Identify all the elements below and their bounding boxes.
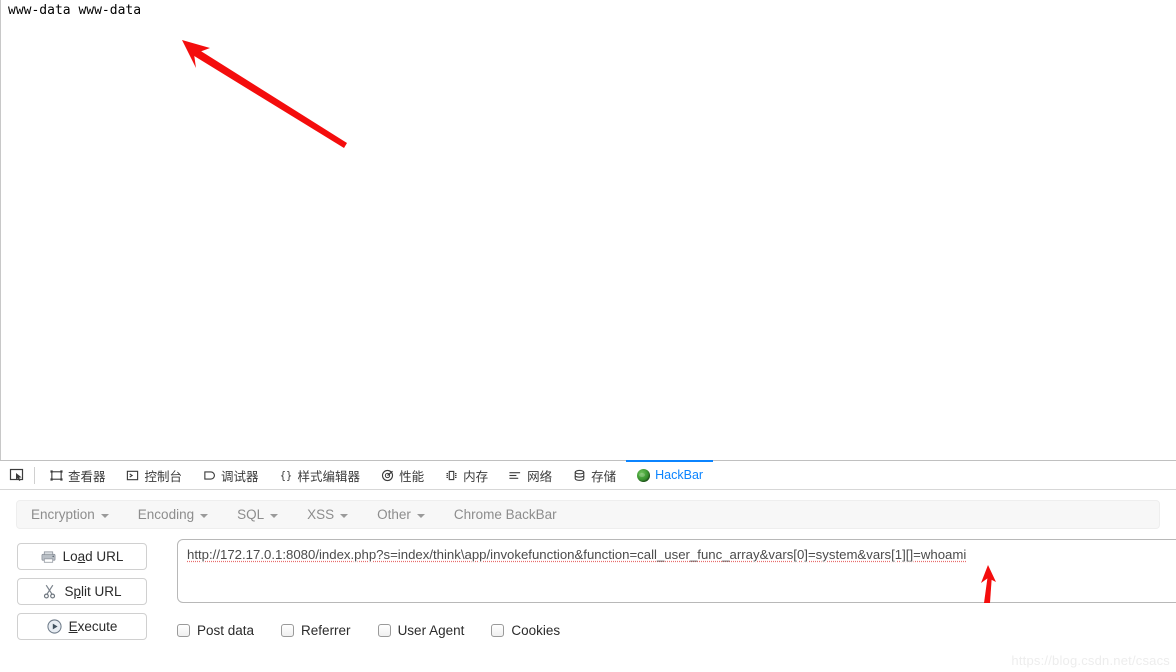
- style-editor-icon: {}: [279, 468, 293, 482]
- tab-label: 样式编辑器: [298, 466, 361, 485]
- load-url-label: Load URL: [63, 549, 124, 564]
- svg-text:{}: {}: [279, 470, 291, 481]
- chevron-down-icon: [200, 514, 208, 518]
- tab-console[interactable]: 控制台: [116, 461, 193, 489]
- tab-label: 网络: [527, 466, 552, 485]
- checkbox-cookies[interactable]: Cookies: [491, 623, 560, 638]
- tab-style-editor[interactable]: {} 样式编辑器: [269, 461, 371, 489]
- tab-inspector[interactable]: 查看器: [39, 461, 116, 489]
- tab-performance[interactable]: 性能: [370, 461, 434, 489]
- load-url-icon: [41, 549, 56, 564]
- checkbox-referrer[interactable]: Referrer: [281, 623, 351, 638]
- console-icon: [126, 468, 140, 482]
- tab-label: HackBar: [655, 468, 703, 482]
- tab-label: 内存: [463, 466, 488, 485]
- menu-chrome-backbar[interactable]: Chrome BackBar: [454, 507, 557, 522]
- hackbar-action-buttons: Load URL Split URL Execute: [17, 543, 147, 648]
- checkbox-user-agent[interactable]: User Agent: [378, 623, 465, 638]
- checkbox-label: Post data: [197, 623, 254, 638]
- menu-label: SQL: [237, 507, 264, 522]
- url-input-value: http://172.17.0.1:8080/index.php?s=index…: [187, 547, 1176, 563]
- tab-memory[interactable]: 内存: [434, 461, 498, 489]
- checkbox-box-icon[interactable]: [491, 624, 504, 637]
- checkbox-label: Referrer: [301, 623, 351, 638]
- tab-debugger[interactable]: 调试器: [192, 461, 269, 489]
- tab-label: 调试器: [221, 466, 259, 485]
- menu-encryption[interactable]: Encryption: [31, 507, 109, 522]
- chevron-down-icon: [340, 514, 348, 518]
- tab-network[interactable]: 网络: [498, 461, 562, 489]
- tab-label: 存储: [591, 466, 616, 485]
- tab-label: 查看器: [68, 466, 106, 485]
- checkbox-box-icon[interactable]: [281, 624, 294, 637]
- hackbar-menubar: Encryption Encoding SQL XSS Other Chrome…: [16, 500, 1160, 529]
- tab-storage[interactable]: 存储: [562, 461, 626, 489]
- menu-encoding[interactable]: Encoding: [138, 507, 208, 522]
- checkbox-post-data[interactable]: Post data: [177, 623, 254, 638]
- play-icon: [47, 619, 62, 634]
- hackbar-globe-icon: [636, 468, 650, 482]
- menu-xss[interactable]: XSS: [307, 507, 348, 522]
- devtools-toolbar: 查看器 控制台 调试器 {} 样式编辑器 性能 内存 网络 存储 HackBar: [0, 461, 1176, 490]
- toolbar-separator: [34, 467, 35, 484]
- menu-other[interactable]: Other: [377, 507, 425, 522]
- menu-label: Chrome BackBar: [454, 507, 557, 522]
- split-url-button[interactable]: Split URL: [17, 578, 147, 605]
- chevron-down-icon: [101, 514, 109, 518]
- menu-label: Other: [377, 507, 411, 522]
- tab-hackbar[interactable]: HackBar: [626, 461, 713, 489]
- element-picker-icon[interactable]: [6, 465, 28, 485]
- split-url-label: Split URL: [64, 584, 121, 599]
- menu-label: XSS: [307, 507, 334, 522]
- load-url-button[interactable]: Load URL: [17, 543, 147, 570]
- storage-icon: [572, 468, 586, 482]
- checkbox-box-icon[interactable]: [177, 624, 190, 637]
- menu-label: Encryption: [31, 507, 95, 522]
- inspector-icon: [49, 468, 63, 482]
- chevron-down-icon: [270, 514, 278, 518]
- scissors-icon: [42, 584, 57, 599]
- chevron-down-icon: [417, 514, 425, 518]
- memory-icon: [444, 468, 458, 482]
- execute-label: Execute: [69, 619, 118, 634]
- tab-label: 控制台: [145, 466, 183, 485]
- execute-button[interactable]: Execute: [17, 613, 147, 640]
- tab-label: 性能: [399, 466, 424, 485]
- network-icon: [508, 468, 522, 482]
- browser-content-area: www-data www-data: [0, 0, 1176, 460]
- checkbox-box-icon[interactable]: [378, 624, 391, 637]
- performance-icon: [380, 468, 394, 482]
- menu-label: Encoding: [138, 507, 194, 522]
- command-output-text: www-data www-data: [8, 3, 141, 18]
- hackbar-options: Post data Referrer User Agent Cookies: [177, 623, 587, 638]
- url-input[interactable]: http://172.17.0.1:8080/index.php?s=index…: [177, 539, 1176, 603]
- checkbox-label: Cookies: [511, 623, 560, 638]
- menu-sql[interactable]: SQL: [237, 507, 278, 522]
- checkbox-label: User Agent: [398, 623, 465, 638]
- debugger-icon: [202, 468, 216, 482]
- watermark: https://blog.csdn.net/csacs: [1011, 653, 1170, 668]
